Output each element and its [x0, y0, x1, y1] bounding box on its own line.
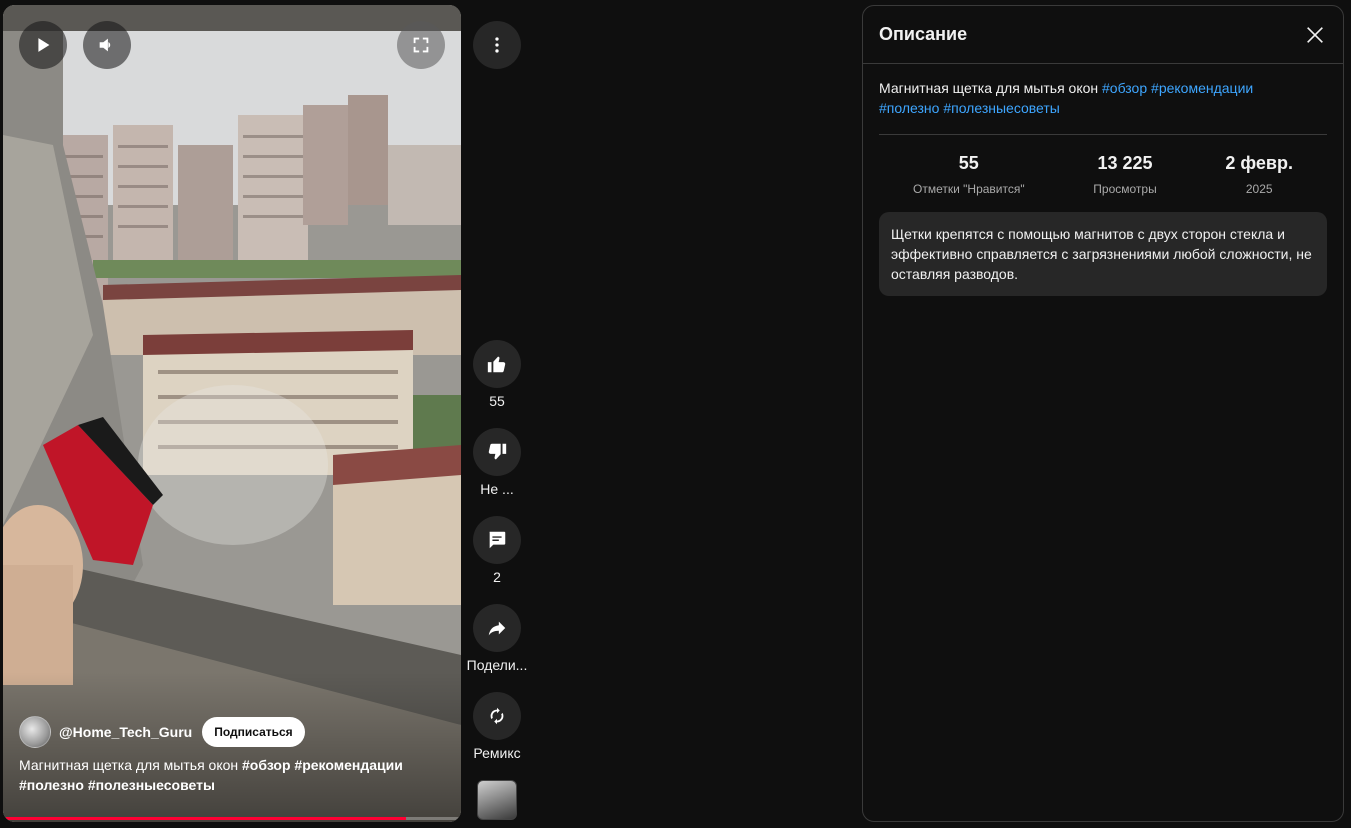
caption-hashtag[interactable]: #полезныесоветы	[88, 777, 215, 793]
caption-hashtag[interactable]: #обзор	[242, 757, 291, 773]
comment-icon	[489, 531, 506, 549]
video-title-text: Магнитная щетка для мытья окон	[879, 80, 1103, 96]
stat-value: 13 225	[1097, 153, 1153, 173]
remix-icon	[490, 707, 504, 725]
channel-avatar[interactable]	[19, 716, 51, 748]
progress-fill	[3, 817, 407, 820]
share-button[interactable]	[473, 604, 521, 652]
like-button[interactable]	[473, 340, 521, 388]
stat-label: Просмотры	[1093, 182, 1157, 196]
description-text: Щетки крепятся с помощью магнитов с двух…	[879, 212, 1327, 296]
hashtag-link[interactable]: #обзор	[1102, 80, 1147, 96]
more-options-button[interactable]	[473, 21, 521, 69]
thumbs-down-icon	[488, 443, 507, 460]
channel-handle[interactable]: @Home_Tech_Guru	[59, 724, 192, 740]
stat-label: 2025	[1245, 182, 1273, 196]
volume-icon	[99, 38, 111, 52]
hashtag-link[interactable]: #рекомендации	[1151, 80, 1253, 96]
thumbs-up-icon	[487, 356, 506, 373]
caption-hashtag[interactable]: #полезно	[19, 777, 84, 793]
sound-thumbnail[interactable]	[477, 780, 517, 820]
stat-value: 2 февр.	[1225, 153, 1293, 173]
stat-label: Отметки "Нравится"	[913, 182, 1025, 196]
dislike-label: Не ...	[480, 481, 514, 497]
fullscreen-icon	[413, 37, 429, 53]
close-button[interactable]	[1297, 17, 1333, 53]
channel-row: @Home_Tech_Guru Подписаться	[19, 716, 305, 748]
video-caption: Магнитная щетка для мытья окон #обзор #р…	[19, 755, 439, 795]
share-label: Подели...	[466, 657, 528, 673]
more-vertical-icon	[495, 37, 499, 53]
stat-date: 2 февр. 2025	[1225, 153, 1293, 196]
comment-count: 2	[493, 569, 501, 585]
video-player[interactable]: @Home_Tech_Guru Подписаться Магнитная ще…	[3, 5, 461, 822]
like-count: 55	[489, 393, 505, 409]
volume-button[interactable]	[83, 21, 131, 69]
comments-button[interactable]	[473, 516, 521, 564]
play-button[interactable]	[19, 21, 67, 69]
hashtag-link[interactable]: #полезныесоветы	[943, 100, 1060, 116]
panel-header: Описание	[863, 6, 1343, 64]
subscribe-button[interactable]: Подписаться	[202, 717, 305, 747]
description-panel: Описание Магнитная щетка для мытья окон …	[862, 5, 1344, 822]
stat-value: 55	[958, 153, 979, 173]
video-title: Магнитная щетка для мытья окон #обзор #р…	[879, 78, 1327, 118]
caption-text: Магнитная щетка для мытья окон	[19, 757, 243, 773]
caption-hashtag[interactable]: #рекомендации	[294, 757, 402, 773]
progress-bar[interactable]	[3, 817, 461, 820]
panel-title: Описание	[879, 24, 968, 44]
share-icon	[488, 621, 506, 636]
hashtag-link[interactable]: #полезно	[879, 100, 939, 116]
fullscreen-button[interactable]	[397, 21, 445, 69]
close-icon	[1307, 26, 1323, 43]
stat-views: 13 225 Просмотры	[1093, 153, 1156, 196]
action-rail: 55 Не ... 2 Подели... Ремикс	[463, 0, 531, 828]
stat-likes: 55 Отметки "Нравится"	[913, 153, 1025, 196]
stats-row: 55 Отметки "Нравится" 13 225 Просмотры 2…	[879, 135, 1327, 196]
play-icon	[38, 38, 50, 52]
panel-body: Магнитная щетка для мытья окон #обзор #р…	[863, 64, 1343, 296]
remix-label: Ремикс	[473, 745, 521, 761]
dislike-button[interactable]	[473, 428, 521, 476]
remix-button[interactable]	[473, 692, 521, 740]
